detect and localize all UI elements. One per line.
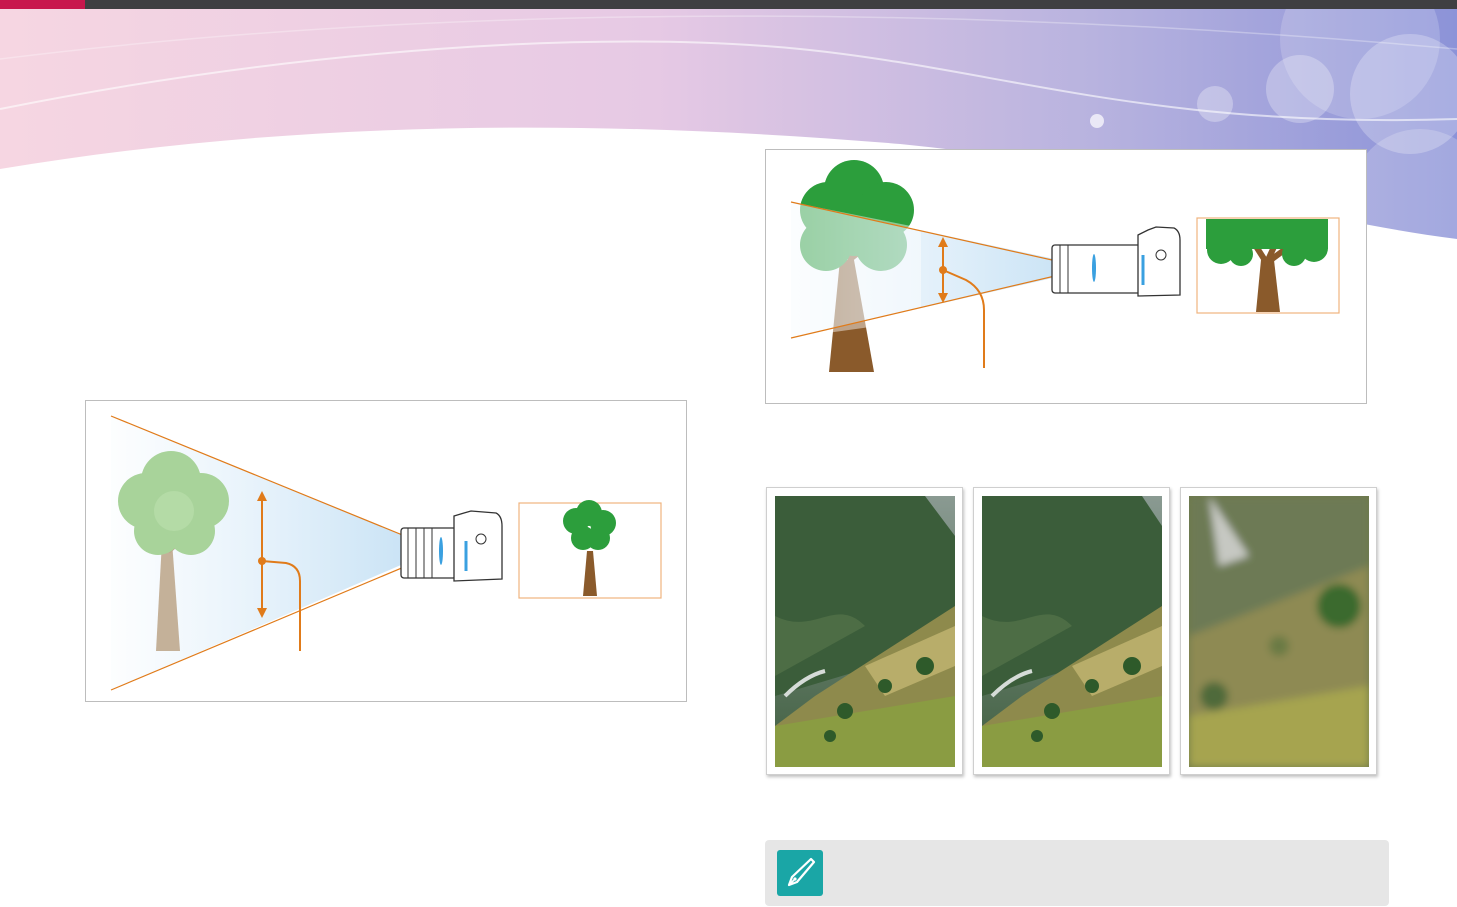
photo-card-sharp-1 — [766, 487, 963, 775]
note-box — [765, 840, 1389, 906]
photo-card-sharp-2 — [973, 487, 1170, 775]
diagram-short-focal-length — [85, 400, 687, 702]
landscape-photo — [775, 496, 955, 767]
camera-icon — [400, 510, 503, 582]
top-bar-accent — [0, 0, 85, 9]
camera-icon — [1051, 226, 1181, 297]
landscape-photo — [982, 496, 1162, 767]
landscape-photo-blurred — [1189, 496, 1369, 767]
pen-nib-icon — [777, 850, 823, 896]
diagram-long-focal-length — [765, 149, 1367, 404]
top-bar — [0, 0, 1457, 9]
photo-card-blurred — [1180, 487, 1377, 775]
